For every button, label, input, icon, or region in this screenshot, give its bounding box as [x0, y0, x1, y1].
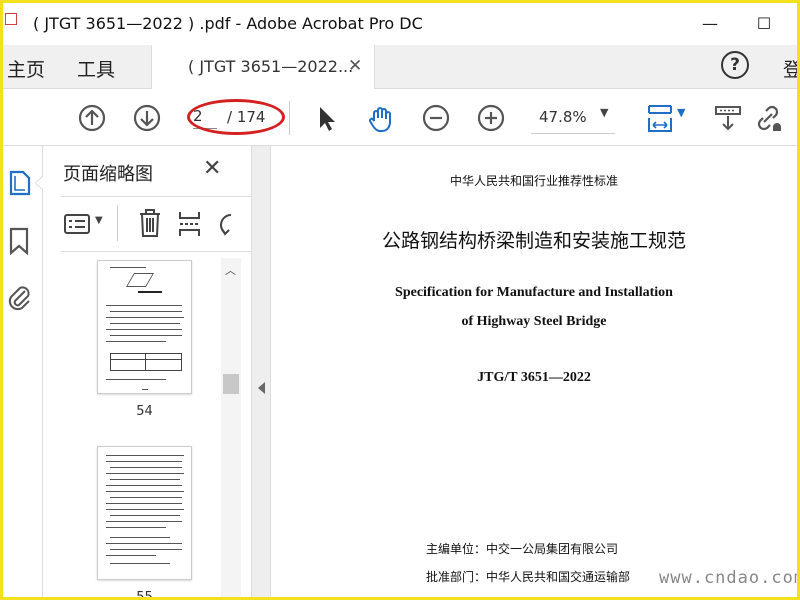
thumb-line: [106, 455, 184, 456]
thumbnail-scrollbar[interactable]: ︿: [221, 258, 241, 597]
thumb-line: [106, 341, 166, 342]
toolbar-divider: [289, 101, 290, 135]
thumbnails-panel-title: 页面缩略图: [63, 164, 153, 185]
tab-home[interactable]: 主页: [7, 55, 45, 82]
close-panel-button[interactable]: ✕: [203, 156, 221, 181]
thumb-line: [110, 467, 182, 468]
options-chevron-icon[interactable]: ▼: [95, 215, 103, 226]
zoom-in-icon[interactable]: [474, 101, 508, 135]
document-title-en-2: of Highway Steel Bridge: [461, 314, 607, 329]
scrollbar-thumb[interactable]: [223, 374, 239, 394]
thumb-line: [106, 317, 184, 318]
zoom-underline: [531, 133, 615, 134]
thumb-table: [110, 353, 182, 371]
editor-unit: 主编单位：中交一公局集团有限公司: [426, 542, 619, 556]
thumbnail-page-number: 54: [136, 404, 153, 419]
thumb-line: [110, 267, 146, 268]
delete-page-icon[interactable]: [137, 207, 163, 239]
navigation-rail: [3, 146, 43, 597]
approval-department: 批准部门：中华人民共和国交通运输部: [426, 570, 631, 584]
thumb-line: [106, 543, 182, 544]
thumb-line: [106, 473, 184, 474]
site-watermark: www.cndao.com: [659, 568, 800, 588]
thumb-line: [110, 515, 180, 516]
thumb-line: [106, 305, 182, 306]
thumb-line: [110, 323, 180, 324]
standard-category: 中华人民共和国行业推荐性标准: [449, 174, 618, 188]
thumb-line: [110, 335, 182, 336]
thumbnails-panel: 页面缩略图 ✕ ▼ 54 55 ︿: [43, 146, 251, 600]
scroll-mode-icon[interactable]: [711, 101, 745, 135]
active-panel-pointer: [35, 176, 43, 190]
thumb-line: [110, 479, 180, 480]
thumb-line: [106, 521, 182, 522]
thumb-line: [110, 497, 182, 498]
thumb-line: [106, 509, 184, 510]
tab-bar: 主页 工具 ( JTGT 3651—2022... ✕ ? 登: [3, 45, 797, 89]
tools-divider: [117, 205, 118, 241]
red-annotation-ellipse: [187, 99, 285, 135]
thumb-line: [110, 311, 182, 312]
link-icon[interactable]: [751, 101, 785, 135]
title-bar: ( JTGT 3651—2022 ) .pdf - Adobe Acrobat …: [3, 3, 797, 45]
thumbnail-page-55[interactable]: [97, 446, 192, 580]
hand-tool-icon[interactable]: [364, 101, 398, 135]
extract-pages-icon[interactable]: [177, 209, 203, 239]
thumb-figure: [125, 273, 155, 287]
thumbnail-page-number: 55: [136, 590, 153, 600]
next-page-icon[interactable]: [130, 101, 164, 135]
zoom-level-value[interactable]: 47.8%: [539, 108, 587, 126]
thumb-line: [110, 537, 170, 538]
fit-dropdown-chevron-icon[interactable]: ▼: [677, 106, 685, 119]
thumb-line: [106, 527, 166, 528]
panel-collapse-bar[interactable]: [251, 146, 271, 597]
thumbnail-options-icon[interactable]: [63, 211, 93, 237]
site-watermark-logo: [5, 9, 20, 29]
thumb-line: [110, 563, 170, 564]
thumb-line: [106, 491, 184, 492]
help-button[interactable]: ?: [721, 51, 749, 79]
previous-page-icon[interactable]: [75, 101, 109, 135]
document-view: 中华人民共和国行业推荐性标准 公路钢结构桥梁制造和安装施工规范 Specific…: [271, 146, 797, 597]
thumbnail-tools: ▼: [61, 196, 251, 252]
thumb-line: [138, 291, 162, 293]
maximize-button[interactable]: ☐: [751, 11, 777, 37]
standard-code: JTG/T 3651—2022: [477, 370, 591, 385]
bookmark-icon[interactable]: [5, 226, 33, 256]
document-title-en-1: Specification for Manufacture and Instal…: [395, 285, 673, 300]
tab-document[interactable]: ( JTGT 3651—2022... ✕: [151, 45, 375, 89]
window-title: ( JTGT 3651—2022 ) .pdf - Adobe Acrobat …: [33, 14, 423, 33]
thumbnail-page-54[interactable]: [97, 260, 192, 394]
zoom-out-icon[interactable]: [419, 101, 453, 135]
select-cursor-icon[interactable]: [309, 101, 343, 135]
minimize-button[interactable]: —: [697, 11, 723, 37]
close-tab-button[interactable]: ✕: [348, 56, 362, 76]
document-title-cn: 公路钢结构桥梁制造和安装施工规范: [381, 230, 686, 252]
thumb-line: [106, 329, 182, 330]
scroll-up-chevron-icon[interactable]: ︿: [225, 262, 236, 278]
sign-in-button[interactable]: 登: [783, 55, 797, 82]
app-window: ( JTGT 3651—2022 ) .pdf - Adobe Acrobat …: [0, 0, 800, 600]
attachment-icon[interactable]: [5, 282, 33, 312]
thumb-line: [106, 461, 182, 462]
thumb-line: [142, 389, 148, 390]
fit-page-icon[interactable]: [643, 101, 677, 135]
thumb-line: [110, 549, 182, 550]
thumb-line: [106, 503, 182, 504]
page-thumbnails-icon[interactable]: [5, 168, 35, 198]
rotate-page-icon[interactable]: [217, 209, 235, 239]
thumb-line: [106, 555, 156, 556]
thumb-line: [106, 379, 166, 380]
collapse-left-chevron-icon[interactable]: [258, 382, 265, 394]
toolbar: 2 / 174 47.8% ▼ ▼: [3, 89, 797, 146]
tab-tools[interactable]: 工具: [77, 55, 115, 82]
zoom-dropdown-chevron-icon[interactable]: ▼: [600, 106, 608, 119]
thumb-line: [106, 485, 182, 486]
document-tab-label: ( JTGT 3651—2022...: [188, 57, 354, 76]
